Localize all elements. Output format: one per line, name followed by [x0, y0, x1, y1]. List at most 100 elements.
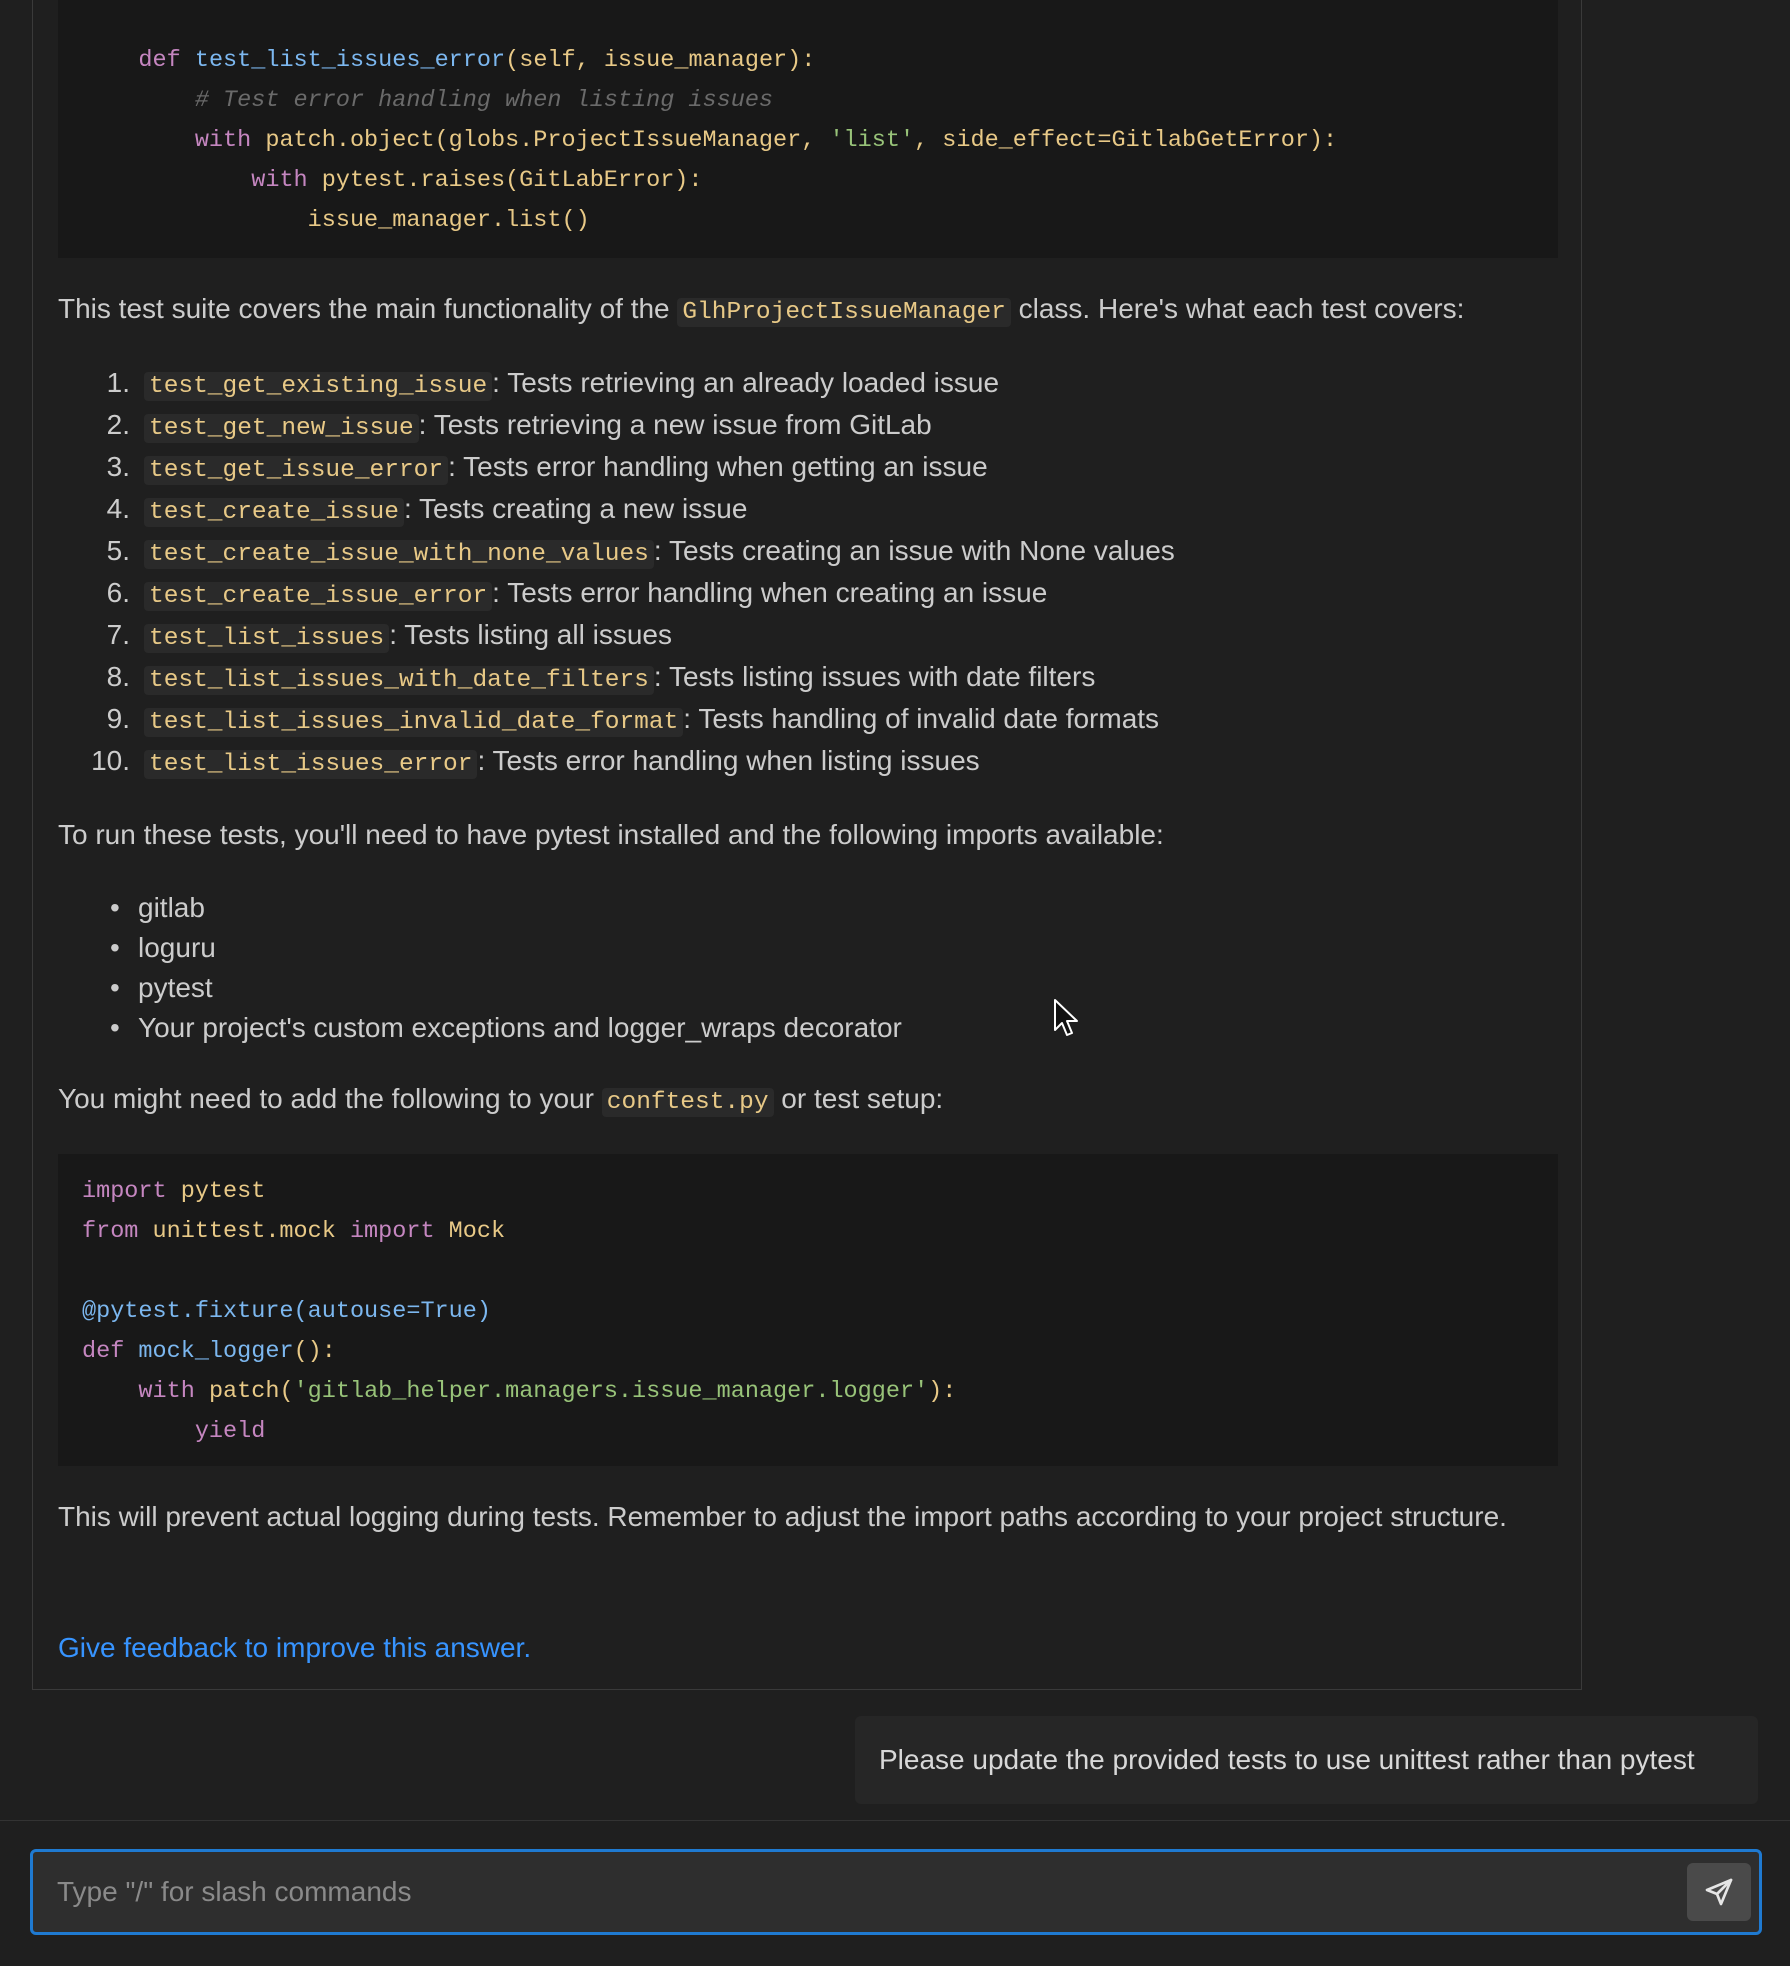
bullet-icon: •	[110, 932, 120, 963]
list-item: • gitlab	[58, 888, 1258, 928]
list-number: 8.	[106, 661, 130, 692]
test-description: : Tests error handling when creating an …	[492, 577, 1048, 608]
list-number: 7.	[106, 619, 130, 650]
import-name: gitlab	[138, 892, 205, 923]
code-token: , side_effect=GitlabGetError):	[914, 127, 1338, 154]
test-name-code: test_create_issue_error	[144, 582, 493, 611]
test-description: : Tests creating an issue with None valu…	[653, 535, 1175, 566]
code-line: with pytest.raises(GitLabError):	[82, 161, 1558, 201]
list-item: 9. test_list_issues_invalid_date_format: …	[58, 698, 1458, 740]
run-instructions-paragraph: To run these tests, you'll need to have …	[58, 819, 1164, 850]
intro-paragraph: This test suite covers the main function…	[58, 289, 1558, 333]
list-item: 8. test_list_issues_with_date_filters: Te…	[58, 656, 1458, 698]
code-line: # Test error handling when listing issue…	[82, 81, 1558, 121]
list-number: 6.	[106, 577, 130, 608]
list-number: 9.	[106, 703, 130, 734]
list-number: 2.	[106, 409, 130, 440]
code-token: patch(	[208, 1378, 294, 1405]
inline-code-class-name: GlhProjectIssueManager	[677, 298, 1011, 327]
list-item: 2. test_get_new_issue: Tests retrieving a…	[58, 404, 1458, 446]
code-line: from unittest.mock import Mock	[82, 1212, 1558, 1252]
code-token: issue_manager.list()	[307, 207, 590, 234]
list-item: 4. test_create_issue: Tests creating a ne…	[58, 488, 1458, 530]
list-item: 6. test_create_issue_error: Tests error h…	[58, 572, 1458, 614]
test-name-code: test_list_issues	[144, 624, 390, 653]
code-block-test-list-issues-error: def test_list_issues_error(self, issue_m…	[58, 0, 1558, 258]
conftest-text-after: or test setup:	[773, 1083, 944, 1114]
code-token: yield	[194, 1418, 266, 1445]
list-item-body: test_create_issue_with_none_values: Test…	[144, 530, 1175, 576]
send-icon	[1705, 1878, 1733, 1906]
code-token: with	[138, 1378, 209, 1405]
chat-divider	[0, 1820, 1790, 1821]
list-item: • loguru	[58, 928, 1258, 968]
test-name-code: test_create_issue	[144, 498, 404, 527]
list-item-body: test_list_issues_invalid_date_format: Te…	[144, 698, 1159, 744]
test-description: : Tests creating a new issue	[403, 493, 748, 524]
chat-input[interactable]	[33, 1852, 1673, 1932]
test-name-code: test_get_existing_issue	[144, 372, 493, 401]
code-token: (self, issue_manager):	[505, 47, 816, 74]
list-item: 7. test_list_issues: Tests listing all is…	[58, 614, 1458, 656]
list-number: 5.	[106, 535, 130, 566]
test-description: : Tests retrieving an already loaded iss…	[492, 367, 1000, 398]
code-token: def	[82, 1338, 139, 1365]
code-line: import pytest	[82, 1172, 1558, 1212]
send-button[interactable]	[1687, 1863, 1751, 1921]
chat-input-container	[30, 1849, 1762, 1935]
list-number: 10.	[91, 745, 130, 776]
list-item-body: test_create_issue_error: Tests error han…	[144, 572, 1047, 618]
test-name-code: test_get_new_issue	[144, 414, 419, 443]
code-block-conftest: import pytest from unittest.mock import M…	[58, 1154, 1558, 1466]
code-token: ():	[293, 1338, 336, 1365]
code-token: 'gitlab_helper.managers.issue_manager.lo…	[293, 1378, 929, 1405]
import-name: Your project's custom exceptions and log…	[138, 1012, 902, 1043]
give-feedback-link[interactable]: Give feedback to improve this answer.	[58, 1628, 531, 1668]
test-name-code: test_list_issues_with_date_filters	[144, 666, 654, 695]
list-item: 3. test_get_issue_error: Tests error hand…	[58, 446, 1458, 488]
list-item-body: test_list_issues: Tests listing all issu…	[144, 614, 672, 660]
test-name-code: test_create_issue_with_none_values	[144, 540, 654, 569]
list-item-body: test_get_issue_error: Tests error handli…	[144, 446, 988, 492]
list-item-body: test_get_existing_issue: Tests retrievin…	[144, 362, 999, 408]
code-token: test_list_issues_error	[194, 47, 506, 74]
code-line: with patch('gitlab_helper.managers.issue…	[82, 1372, 1558, 1412]
import-name: pytest	[138, 972, 213, 1003]
code-token: pytest	[180, 1178, 266, 1205]
code-token: Mock	[448, 1218, 506, 1245]
test-coverage-list: 1. test_get_existing_issue: Tests retriev…	[58, 362, 1458, 782]
import-name: loguru	[138, 932, 216, 963]
test-description: : Tests retrieving a new issue from GitL…	[418, 409, 932, 440]
test-name-code: test_list_issues_invalid_date_format	[144, 708, 684, 737]
code-token: @pytest.fixture(autouse=True)	[82, 1298, 491, 1325]
closing-paragraph: This will prevent actual logging during …	[58, 1501, 1507, 1532]
list-item-body: test_get_new_issue: Tests retrieving a n…	[144, 404, 932, 450]
list-item-body: test_list_issues_error: Tests error hand…	[144, 740, 980, 786]
code-line: issue_manager.list()	[82, 201, 1558, 241]
test-description: : Tests listing all issues	[389, 619, 672, 650]
code-token: def	[138, 47, 195, 74]
list-item: 1. test_get_existing_issue: Tests retriev…	[58, 362, 1458, 404]
intro-text-after: class. Here's what each test covers:	[1010, 293, 1465, 324]
code-line: def mock_logger():	[82, 1332, 1558, 1372]
code-token: from	[82, 1218, 153, 1245]
list-item-body: test_create_issue: Tests creating a new …	[144, 488, 747, 534]
list-number: 1.	[106, 367, 130, 398]
code-token: import	[349, 1218, 449, 1245]
mouse-pointer-icon	[1054, 999, 1078, 1036]
test-description: : Tests handling of invalid date formats	[683, 703, 1160, 734]
code-line: yield	[82, 1412, 1558, 1452]
list-item: 5. test_create_issue_with_none_values: Te…	[58, 530, 1458, 572]
test-name-code: test_get_issue_error	[144, 456, 449, 485]
test-name-code: test_list_issues_error	[144, 750, 478, 779]
user-message-bubble: Please update the provided tests to use …	[855, 1716, 1758, 1804]
code-token: with	[251, 167, 322, 194]
list-number: 3.	[106, 451, 130, 482]
list-item-body: test_list_issues_with_date_filters: Test…	[144, 656, 1095, 702]
